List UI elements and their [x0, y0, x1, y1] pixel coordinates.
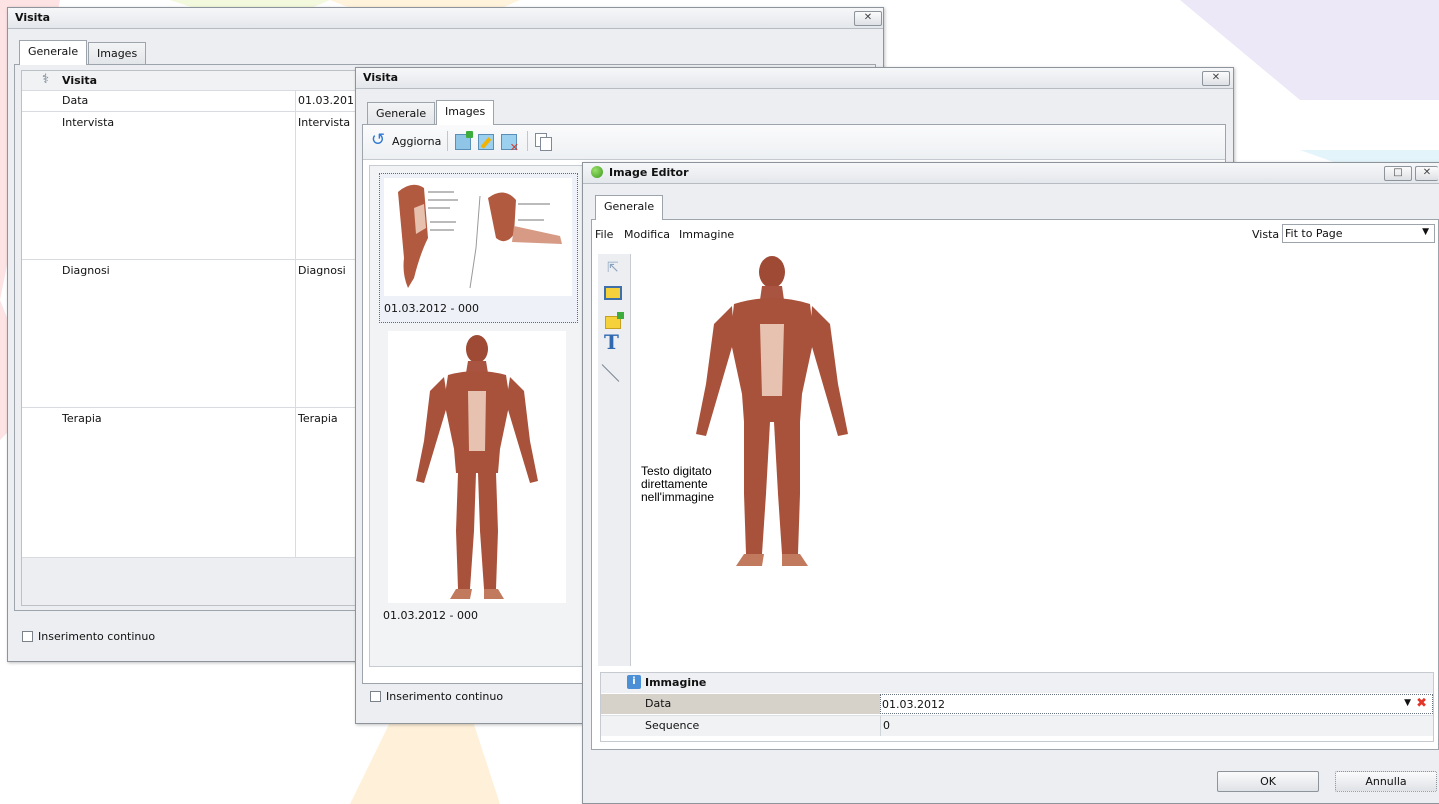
window-titlebar: Visita: [8, 8, 883, 29]
props-value: 0: [883, 719, 890, 732]
thumbnail-caption: 01.03.2012 - 000: [384, 302, 479, 315]
props-group-title: Immagine: [645, 676, 707, 689]
pointer-icon[interactable]: ⇱: [607, 260, 619, 276]
row-label: Data: [62, 94, 89, 107]
thumbnail-list: 01.03.2012 - 000 01.03.2012 - 000: [369, 165, 583, 667]
vista-dropdown[interactable]: Fit to Page ▼: [1282, 224, 1435, 243]
row-value: 01.03.201: [298, 94, 354, 107]
toolbar-separator: [447, 131, 448, 151]
group-title: Visita: [62, 74, 98, 87]
props-row-sequence[interactable]: Sequence 0: [601, 715, 1433, 736]
tab-generale[interactable]: Generale: [19, 40, 88, 65]
delete-image-icon[interactable]: ✕: [501, 134, 519, 154]
body-anatomy-image: [696, 256, 848, 566]
editor-panel: File Modifica Immagine Vista Fit to Page…: [591, 219, 1439, 750]
continuous-checkbox[interactable]: [370, 691, 381, 702]
tool-strip: ⇱ T: [598, 254, 631, 666]
add-note-icon[interactable]: [605, 312, 624, 329]
row-value: Intervista: [298, 116, 351, 129]
window-title: Visita: [15, 11, 51, 24]
images-toolbar: ↺ Aggiorna ✕: [363, 125, 1225, 160]
vista-label: Vista: [1252, 228, 1280, 241]
window-titlebar: Visita: [356, 68, 1233, 89]
thumbnail-item[interactable]: 01.03.2012 - 000: [379, 327, 576, 627]
close-button[interactable]: ✕: [854, 11, 882, 26]
tab-images[interactable]: Images: [88, 42, 147, 65]
continuous-label: Inserimento continuo: [38, 630, 156, 643]
row-label: Diagnosi: [62, 264, 110, 277]
sticky-note-icon[interactable]: [604, 286, 622, 300]
chevron-down-icon[interactable]: ▼: [1404, 698, 1411, 708]
props-row-data[interactable]: Data 01.03.2012 ▼ ✖: [601, 694, 1433, 714]
overlay-text-line: nell'immagine: [641, 490, 714, 504]
chevron-down-icon: ▼: [1422, 227, 1429, 237]
menu-immagine[interactable]: Immagine: [679, 228, 734, 241]
window-titlebar: Image Editor: [583, 163, 1439, 184]
tab-images[interactable]: Images: [436, 100, 495, 125]
image-properties: i Immagine Data 01.03.2012 ▼ ✖ Sequence …: [600, 672, 1434, 742]
text-tool-icon[interactable]: T: [604, 330, 619, 354]
copy-icon[interactable]: [535, 133, 552, 151]
refresh-icon[interactable]: ↺: [371, 132, 385, 149]
props-label: Data: [645, 697, 672, 710]
window-title: Visita: [363, 71, 399, 84]
row-label: Intervista: [62, 116, 115, 129]
row-value: Diagnosi: [298, 264, 346, 277]
menu-modifica[interactable]: Modifica: [624, 228, 670, 241]
column-divider: [295, 91, 296, 557]
cancel-label: Annulla: [1365, 775, 1407, 788]
thumbnail-caption: 01.03.2012 - 000: [383, 609, 478, 622]
continuous-label: Inserimento continuo: [386, 690, 504, 703]
image-canvas[interactable]: Testo digitato direttamente nell'immagin…: [632, 254, 1438, 666]
ok-button[interactable]: OK: [1217, 771, 1319, 792]
refresh-button[interactable]: Aggiorna: [392, 135, 441, 148]
tab-generale[interactable]: Generale: [595, 195, 664, 220]
stethoscope-icon: ⚕: [42, 72, 50, 87]
menu-bar: File Modifica Immagine Vista Fit to Page…: [593, 221, 1437, 247]
thumbnail-body-anatomy: [388, 331, 566, 603]
props-group-header: i Immagine: [601, 673, 1433, 693]
maximize-button[interactable]: □: [1384, 166, 1412, 181]
date-field[interactable]: 01.03.2012 ▼ ✖: [880, 694, 1433, 714]
props-label: Sequence: [645, 719, 700, 732]
cancel-button[interactable]: Annulla: [1335, 771, 1437, 792]
toolbar-separator: [527, 131, 528, 151]
clear-icon[interactable]: ✖: [1416, 696, 1427, 711]
continuous-checkbox[interactable]: [22, 631, 33, 642]
tab-generale[interactable]: Generale: [367, 102, 436, 125]
window-title: Image Editor: [609, 166, 689, 179]
info-icon: i: [627, 675, 641, 689]
row-value: Terapia: [298, 412, 338, 425]
close-button[interactable]: ✕: [1415, 166, 1438, 181]
menu-file[interactable]: File: [595, 228, 613, 241]
vista-value: Fit to Page: [1285, 227, 1343, 240]
ok-label: OK: [1260, 775, 1276, 788]
image-editor-window: Image Editor □ ✕ Generale File Modifica …: [582, 162, 1439, 804]
date-value: 01.03.2012: [882, 698, 945, 711]
row-label: Terapia: [62, 412, 102, 425]
app-apple-icon: [591, 166, 603, 178]
overlay-text-annotation[interactable]: Testo digitato direttamente nell'immagin…: [641, 465, 714, 504]
close-button[interactable]: ✕: [1202, 71, 1230, 86]
line-tool-icon[interactable]: [601, 364, 620, 382]
add-image-icon[interactable]: [455, 131, 473, 150]
thumbnail-item-selected[interactable]: 01.03.2012 - 000: [379, 173, 578, 323]
edit-image-icon[interactable]: [478, 134, 494, 150]
thumbnail-arm-anatomy: [384, 178, 572, 296]
